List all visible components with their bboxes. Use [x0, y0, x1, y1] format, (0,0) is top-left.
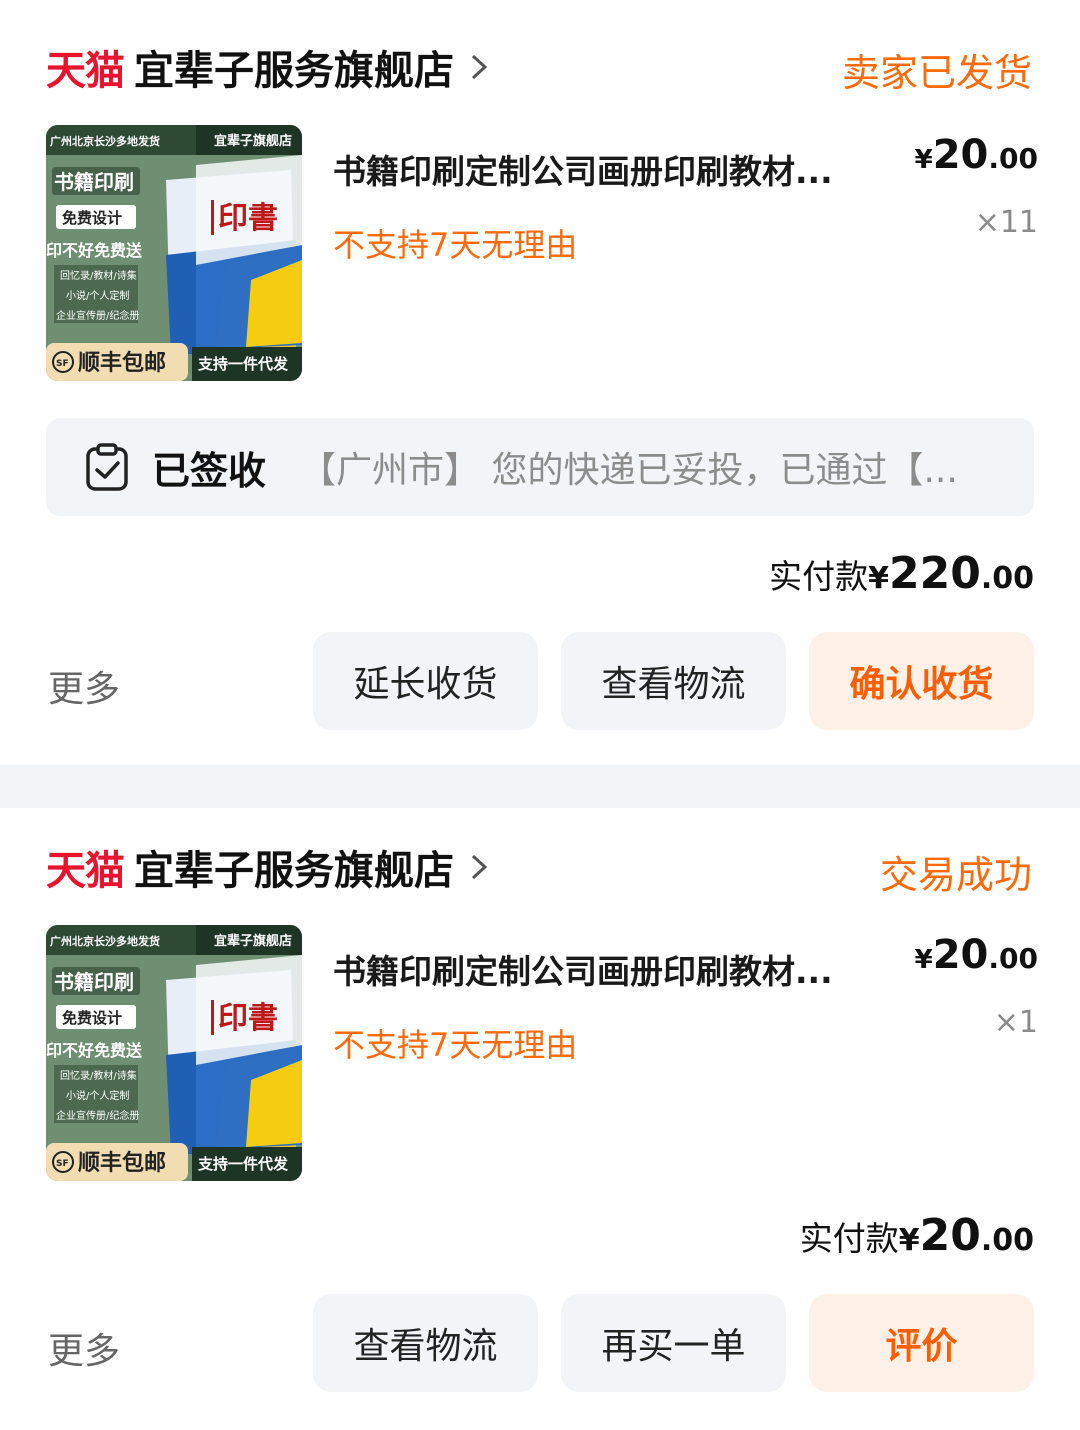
product-title[interactable]: 书籍印刷定制公司画册印刷教材...	[333, 145, 893, 193]
thumb-t3: 印不好免费送	[46, 241, 143, 260]
shop-name[interactable]: 宜辈子服务旗舰店	[134, 38, 454, 96]
price-currency: ¥	[914, 945, 933, 975]
paid-int: 220	[888, 548, 981, 599]
clipboard-check-icon	[86, 443, 128, 491]
thumb-s3: 企业宣传册/纪念册	[56, 1109, 139, 1122]
thumb-sf-text: 顺丰包邮	[78, 1150, 166, 1176]
thumb-t1: 书籍印刷	[54, 170, 134, 194]
unit-price: ¥20.00	[915, 932, 1038, 978]
paid-int: 20	[919, 1210, 981, 1261]
price-currency: ¥	[914, 145, 933, 175]
paid-amount: 实付款¥20.00	[800, 1210, 1034, 1261]
paid-label: 实付款	[799, 1219, 899, 1258]
paid-currency: ¥	[898, 1223, 920, 1258]
review-button[interactable]: 评价	[809, 1294, 1034, 1392]
thumb-s2: 小说/个人定制	[66, 289, 129, 302]
shop-header[interactable]: 天猫 宜辈子服务旗舰店	[46, 842, 490, 894]
logistics-detail: 【广州市】 您的快递已妥投，已通过【...	[300, 450, 958, 491]
product-title[interactable]: 书籍印刷定制公司画册印刷教材...	[333, 945, 893, 993]
price-dec: .00	[988, 142, 1038, 175]
order-card: 天猫 宜辈子服务旗舰店 卖家已发货 广州北京长沙多地发货 宜辈子旗舰店 印書 书…	[0, 0, 1080, 765]
order-divider	[0, 765, 1080, 808]
order-card: 天猫 宜辈子服务旗舰店 交易成功 广州北京长沙多地发货 宜辈子旗舰店 印書 书籍…	[0, 808, 1080, 1430]
buy-again-button[interactable]: 再买一单	[561, 1294, 786, 1392]
chevron-right-icon[interactable]	[468, 852, 490, 882]
quantity: ×1	[993, 1005, 1038, 1040]
book-title: 印書	[218, 201, 278, 236]
paid-currency: ¥	[868, 561, 889, 596]
thumb-top-left: 广州北京长沙多地发货	[50, 934, 160, 948]
thumb-t2: 免费设计	[62, 1009, 122, 1027]
price-dec: .00	[988, 942, 1038, 975]
shop-header[interactable]: 天猫 宜辈子服务旗舰店	[46, 42, 490, 94]
more-button[interactable]: 更多	[48, 660, 120, 712]
thumb-s1: 回忆录/教材/诗集	[60, 1069, 137, 1082]
thumb-t1: 书籍印刷	[54, 970, 134, 994]
unit-price: ¥20.00	[915, 132, 1038, 178]
view-logistics-button[interactable]: 查看物流	[313, 1294, 538, 1392]
tmall-logo: 天猫	[46, 848, 125, 894]
thumb-t2: 免费设计	[62, 209, 122, 227]
thumb-s1: 回忆录/教材/诗集	[60, 269, 137, 282]
order-status: 卖家已发货	[841, 51, 1032, 95]
logistics-bar[interactable]: 已签收 【广州市】 您的快递已妥投，已通过【...	[46, 418, 1034, 516]
product-thumbnail[interactable]: 广州北京长沙多地发货 宜辈子旗舰店 印書 书籍印刷 免费设计 印不好免费送 回忆…	[46, 925, 302, 1181]
shop-name[interactable]: 宜辈子服务旗舰店	[134, 838, 454, 896]
price-int: 20	[932, 932, 989, 978]
return-policy: 不支持7天无理由	[333, 226, 578, 264]
tmall-logo: 天猫	[46, 48, 125, 94]
paid-dec: .00	[980, 561, 1034, 596]
more-button[interactable]: 更多	[48, 1322, 120, 1374]
thumb-top-right: 宜辈子旗舰店	[214, 133, 292, 149]
sf-badge: SF	[56, 1159, 69, 1169]
thumb-top-left: 广州北京长沙多地发货	[50, 134, 160, 148]
product-image: 广州北京长沙多地发货 宜辈子旗舰店 印書 书籍印刷 免费设计 印不好免费送 回忆…	[46, 125, 302, 381]
order-status: 交易成功	[879, 853, 1032, 897]
paid-dec: .00	[980, 1223, 1034, 1258]
quantity: ×11	[974, 205, 1038, 240]
view-logistics-button[interactable]: 查看物流	[561, 632, 786, 730]
thumb-t3: 印不好免费送	[46, 1041, 143, 1060]
thumb-top-right: 宜辈子旗舰店	[214, 933, 292, 949]
thumb-support: 支持一件代发	[197, 355, 289, 373]
price-int: 20	[932, 132, 989, 178]
thumb-s3: 企业宣传册/纪念册	[56, 309, 139, 322]
chevron-right-icon[interactable]	[468, 52, 490, 82]
book-title: 印書	[218, 1001, 278, 1036]
extend-receipt-button[interactable]: 延长收货	[313, 632, 538, 730]
thumb-sf-text: 顺丰包邮	[78, 350, 166, 376]
sf-badge: SF	[56, 359, 69, 369]
logistics-status: 已签收	[152, 448, 267, 493]
confirm-receipt-button[interactable]: 确认收货	[809, 632, 1034, 730]
product-thumbnail[interactable]: 广州北京长沙多地发货 宜辈子旗舰店 印書 书籍印刷 免费设计 印不好免费送 回忆…	[46, 125, 302, 381]
return-policy: 不支持7天无理由	[333, 1026, 578, 1064]
thumb-s2: 小说/个人定制	[66, 1089, 129, 1102]
paid-label: 实付款	[769, 557, 869, 596]
thumb-support: 支持一件代发	[197, 1155, 289, 1173]
product-image: 广州北京长沙多地发货 宜辈子旗舰店 印書 书籍印刷 免费设计 印不好免费送 回忆…	[46, 925, 302, 1181]
paid-amount: 实付款¥220.00	[769, 548, 1034, 599]
